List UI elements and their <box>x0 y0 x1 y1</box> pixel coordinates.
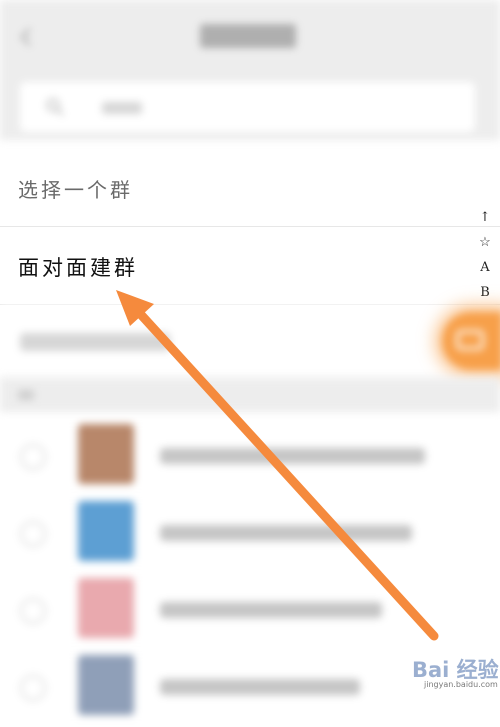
page-title <box>200 24 296 48</box>
index-bar[interactable]: ↑ ☆ A B <box>474 205 496 305</box>
select-group-option[interactable]: 选择一个群 <box>0 152 500 227</box>
back-icon[interactable] <box>16 26 38 48</box>
floating-action-button[interactable] <box>442 312 500 370</box>
avatar <box>78 424 134 484</box>
select-group-label: 选择一个群 <box>18 178 133 202</box>
list-item[interactable] <box>0 420 500 496</box>
contact-name <box>160 448 425 464</box>
contact-name <box>160 525 412 541</box>
section-header <box>0 378 500 412</box>
list-item[interactable] <box>0 574 500 650</box>
checkbox[interactable] <box>20 598 46 624</box>
list-item[interactable] <box>0 497 500 573</box>
baidu-watermark: Bai 经验 jingyan.baidu.com <box>410 650 500 693</box>
avatar <box>78 501 134 561</box>
window-icon <box>456 330 484 350</box>
contact-name <box>160 602 382 618</box>
checkbox[interactable] <box>20 521 46 547</box>
search-input[interactable] <box>20 82 475 132</box>
blurred-option-row[interactable] <box>0 305 500 378</box>
header-bar <box>0 0 500 140</box>
blurred-option-label <box>20 333 170 351</box>
search-placeholder <box>102 102 142 114</box>
avatar <box>78 655 134 715</box>
face-to-face-group-label: 面对面建群 <box>18 256 138 280</box>
checkbox[interactable] <box>20 444 46 470</box>
watermark-url: jingyan.baidu.com <box>424 680 498 689</box>
section-letter <box>18 390 34 400</box>
avatar <box>78 578 134 638</box>
search-icon <box>46 98 64 116</box>
face-to-face-group-option[interactable]: 面对面建群 <box>0 227 500 305</box>
index-top[interactable]: ↑ <box>480 205 491 230</box>
index-b[interactable]: B <box>480 280 490 305</box>
checkbox[interactable] <box>20 675 46 701</box>
index-a[interactable]: A <box>480 255 489 280</box>
index-star[interactable]: ☆ <box>479 230 491 255</box>
